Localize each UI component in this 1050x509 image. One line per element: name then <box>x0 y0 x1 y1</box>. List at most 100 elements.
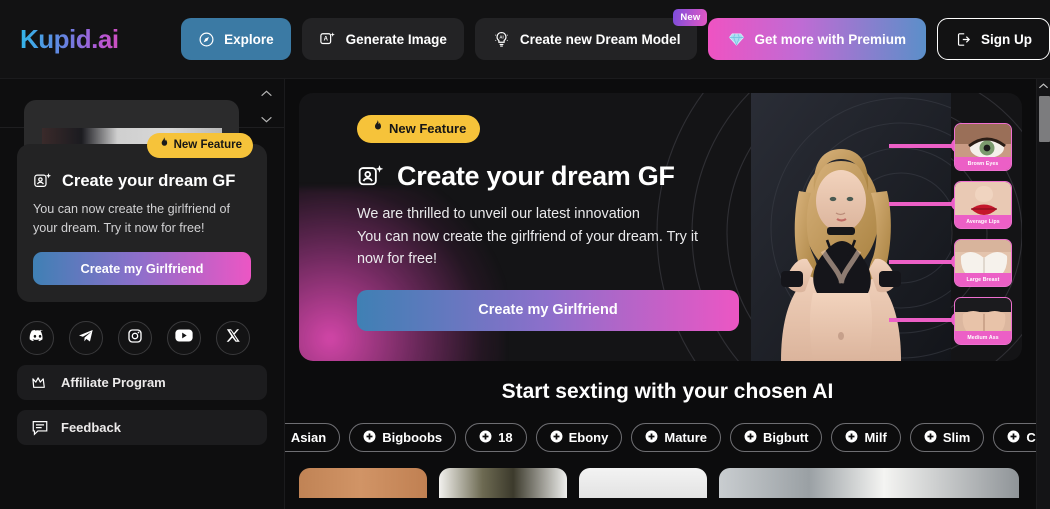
tag-milf[interactable]: Milf <box>831 423 901 452</box>
tag-mature[interactable]: Mature <box>631 423 721 452</box>
avatar-sparkle-icon <box>33 171 53 191</box>
nav-generate-image-label: Generate Image <box>345 31 447 47</box>
tag-bigbutt[interactable]: Bigbutt <box>729 423 823 452</box>
scrollbar-thumb[interactable] <box>1039 96 1050 142</box>
left-sidebar: New Feature Create your dream GF You can… <box>0 79 285 509</box>
tag-label: Bigbutt <box>762 430 809 445</box>
tag-asian[interactable]: Asian <box>285 423 341 452</box>
callout-brown-eyes[interactable]: Brown Eyes <box>889 123 1012 171</box>
svg-text:A: A <box>323 37 328 43</box>
main-inner: New Feature Create your dream GF We are … <box>285 79 1050 498</box>
plus-circle-icon <box>845 430 858 446</box>
tag-18[interactable]: 18 <box>465 423 527 452</box>
callout-connector-line <box>889 144 959 148</box>
sidebar-item-feedback-label: Feedback <box>61 420 121 436</box>
sidebar-promo-title: Create your dream GF <box>62 171 236 190</box>
nav-premium-button[interactable]: Get more with Premium <box>708 18 926 60</box>
plus-circle-icon <box>479 430 492 446</box>
sidebar-item-feedback[interactable]: Feedback <box>17 410 267 446</box>
sidebar-create-girlfriend-button[interactable]: Create my Girlfriend <box>33 252 251 286</box>
main-scrollbar[interactable] <box>1036 79 1050 509</box>
chevron-down-icon[interactable] <box>260 111 273 129</box>
hero-description: We are thrilled to unveil our latest inn… <box>357 203 757 271</box>
plus-circle-icon <box>1007 430 1020 446</box>
model-card[interactable] <box>299 468 427 498</box>
hero-desc-line-3: now for free! <box>357 251 437 268</box>
nav-explore-label: Explore <box>224 31 274 47</box>
plus-circle-icon <box>924 430 937 446</box>
callout-thumbnail: Average Lips <box>954 181 1012 229</box>
tag-label: Mature <box>664 430 707 445</box>
tag-label: Milf <box>864 430 887 445</box>
callout-connector-line <box>889 260 959 264</box>
chevron-up-icon[interactable] <box>260 85 273 103</box>
callout-label: Average Lips <box>955 215 1011 228</box>
hero-new-feature-badge: New Feature <box>357 115 481 143</box>
hero-content: New Feature Create your dream GF We are … <box>357 115 757 331</box>
flame-icon <box>158 137 169 153</box>
sidebar-badge-label: New Feature <box>173 139 242 151</box>
hero-create-girlfriend-button[interactable]: Create my Girlfriend <box>357 289 739 331</box>
compass-icon <box>198 31 215 48</box>
sidebar-promo-title-row: Create your dream GF <box>33 171 251 191</box>
top-navbar: Kupid.ai Explore A Generate Image Ai Cre… <box>0 0 1050 79</box>
sidebar-promo-description: You can now create the girlfriend of you… <box>33 202 230 236</box>
callout-label: Brown Eyes <box>955 157 1011 170</box>
nav-create-dream-model-button[interactable]: Ai Create new Dream Model New <box>474 9 708 60</box>
plus-circle-icon <box>550 430 563 446</box>
social-link-youtube[interactable] <box>167 321 201 356</box>
callout-thumbnail: Medium Ass <box>954 297 1012 345</box>
scrollbar-up-arrow[interactable] <box>1037 79 1050 90</box>
hero-banner: New Feature Create your dream GF We are … <box>299 93 1022 361</box>
avatar-sparkle-icon <box>357 162 386 191</box>
nav-generate-image-button[interactable]: A Generate Image <box>301 18 464 60</box>
callout-thumbnail: Brown Eyes <box>954 123 1012 171</box>
social-link-telegram[interactable] <box>69 321 103 356</box>
callout-thumbnail: Large Breast <box>954 239 1012 287</box>
flame-icon <box>371 120 383 137</box>
sidebar-new-feature-badge: New Feature <box>146 133 253 158</box>
sidebar-item-affiliate-program[interactable]: Affiliate Program <box>17 365 267 401</box>
callout-connector-line <box>889 202 959 206</box>
model-card[interactable] <box>439 468 567 498</box>
social-link-discord[interactable] <box>20 321 54 356</box>
hero-title-row: Create your dream GF <box>357 161 757 192</box>
login-icon <box>955 31 972 48</box>
plus-circle-icon <box>363 430 376 446</box>
tag-label: Bigboobs <box>382 430 443 445</box>
callout-average-lips[interactable]: Average Lips <box>889 181 1012 229</box>
callout-label: Medium Ass <box>955 331 1011 344</box>
tag-slim[interactable]: Slim <box>909 423 985 452</box>
diamond-icon <box>728 31 745 48</box>
social-link-instagram[interactable] <box>118 321 152 356</box>
tag-label: Slim <box>942 430 971 445</box>
sidebar-item-affiliate-label: Affiliate Program <box>61 375 166 391</box>
hero-desc-line-2: You can now create the girlfriend of you… <box>357 228 699 245</box>
sidebar-carousel-region <box>0 79 284 160</box>
model-card-grid <box>299 468 1036 498</box>
hero-badge-label: New Feature <box>389 121 467 136</box>
social-links <box>20 321 284 356</box>
nav-explore-button[interactable]: Explore <box>181 18 291 60</box>
feature-callouts: Brown Eyes Average Lips Large Breast Med… <box>889 123 1012 355</box>
nav-signup-button[interactable]: Sign Up <box>937 18 1050 60</box>
callout-medium-ass[interactable]: Medium Ass <box>889 297 1012 345</box>
nav-create-dream-model-label: Create new Dream Model <box>519 31 681 47</box>
nav-button-group: Explore A Generate Image Ai Create new D… <box>181 9 1050 60</box>
instagram-icon <box>127 328 143 349</box>
tag-label: 18 <box>498 430 513 445</box>
svg-text:Ai: Ai <box>499 34 503 39</box>
model-card[interactable] <box>719 468 1019 498</box>
site-logo[interactable]: Kupid.ai <box>20 24 146 55</box>
callout-connector-line <box>889 318 959 322</box>
tag-ebony[interactable]: Ebony <box>535 423 623 452</box>
social-link-x[interactable] <box>216 321 250 356</box>
hero-desc-line-1: We are thrilled to unveil our latest inn… <box>357 206 640 222</box>
callout-large-breast[interactable]: Large Breast <box>889 239 1012 287</box>
plus-circle-icon <box>645 430 658 446</box>
discord-icon <box>29 329 46 347</box>
tag-bigboobs[interactable]: Bigboobs <box>349 423 457 452</box>
hero-title: Create your dream GF <box>397 161 675 191</box>
model-card[interactable] <box>579 468 707 498</box>
sidebar-scroll-arrows[interactable] <box>256 85 276 129</box>
